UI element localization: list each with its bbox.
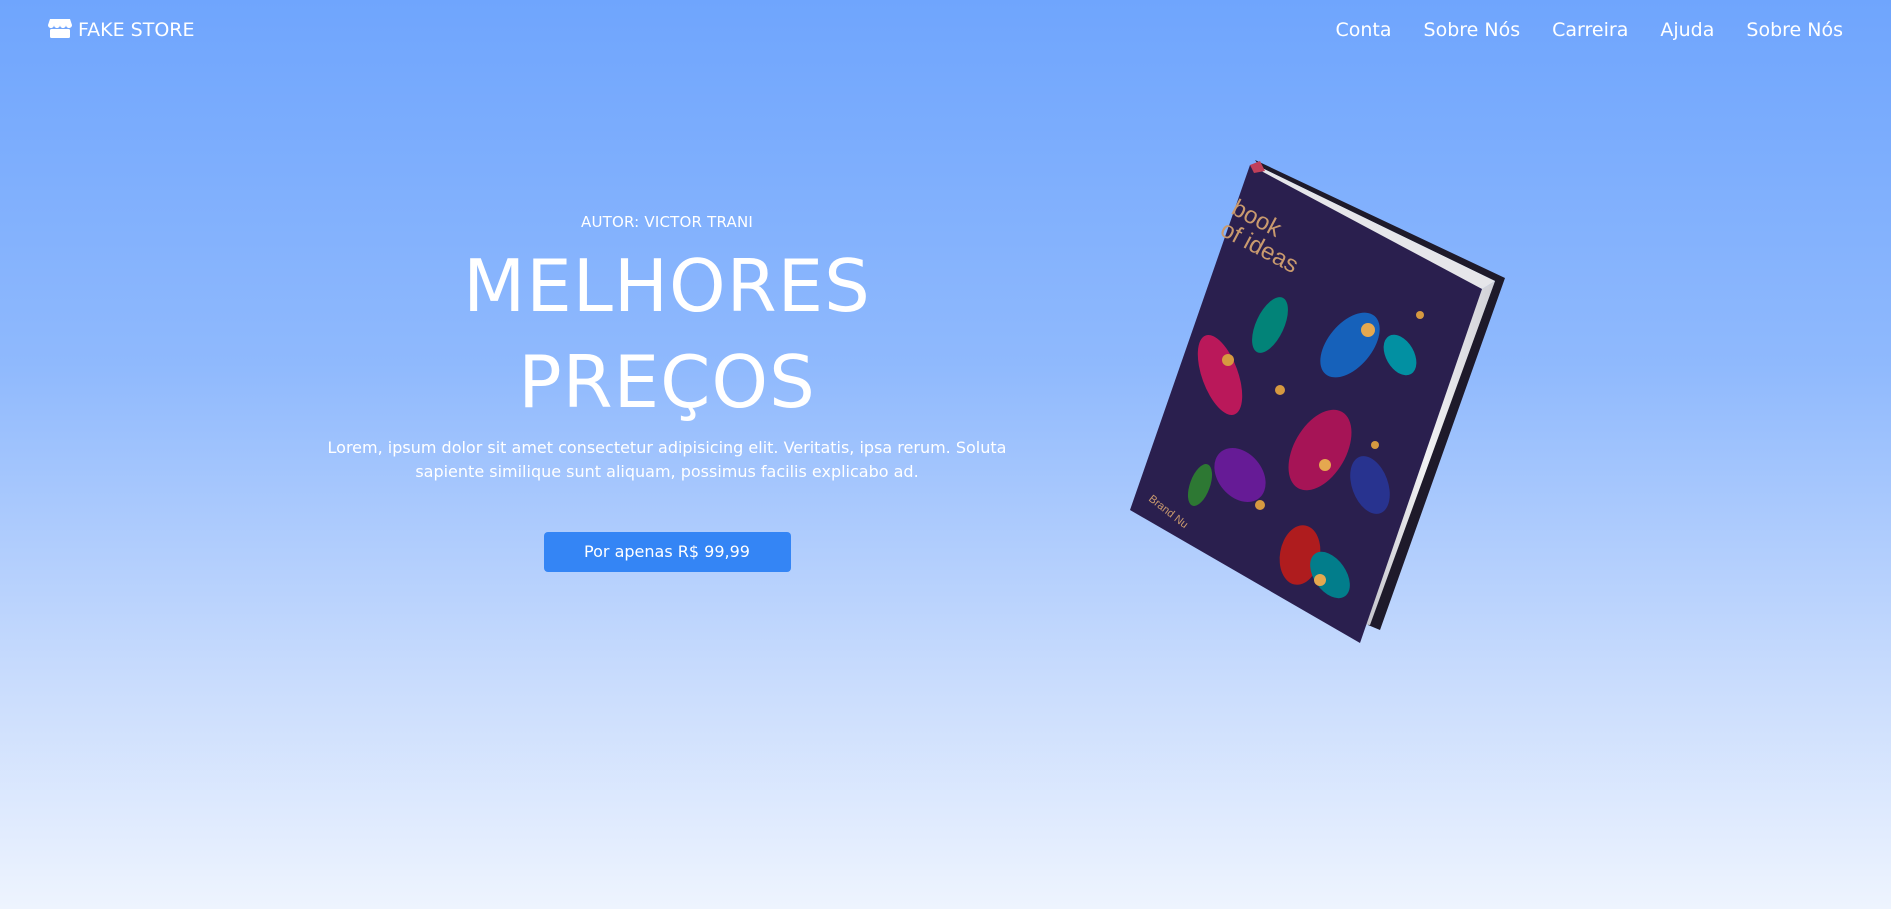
nav-links: Conta Sobre Nós Carreira Ajuda Sobre Nós — [1336, 19, 1844, 41]
nav-link-conta[interactable]: Conta — [1336, 19, 1392, 41]
brand-link[interactable]: FAKE STORE — [48, 17, 195, 44]
nav-link-sobre-nos[interactable]: Sobre Nós — [1424, 19, 1521, 41]
nav-link-carreira[interactable]: Carreira — [1552, 19, 1628, 41]
book-illustration: book of ideas Brand Nu — [1130, 160, 1505, 643]
buy-button[interactable]: Por apenas R$ 99,99 — [543, 532, 791, 572]
hero-author: AUTOR: VICTOR TRANI — [581, 213, 753, 231]
hero-description: Lorem, ipsum dolor sit amet consectetur … — [327, 438, 1007, 481]
brand-name: FAKE STORE — [78, 19, 195, 41]
store-icon — [48, 17, 72, 44]
nav-link-ajuda[interactable]: Ajuda — [1660, 19, 1714, 41]
book-image: book of ideas Brand Nu — [1120, 155, 1520, 675]
headline-line-2: PREÇOS — [518, 340, 816, 424]
nav-link-sobre-nos-2[interactable]: Sobre Nós — [1746, 19, 1843, 41]
hero-section: AUTOR: VICTOR TRANI MELHORES PREÇOS Lore… — [267, 213, 1067, 572]
hero-headline: MELHORES PREÇOS — [267, 238, 1067, 430]
top-navbar: FAKE STORE Conta Sobre Nós Carreira Ajud… — [0, 0, 1891, 60]
headline-line-1: MELHORES — [463, 244, 871, 328]
